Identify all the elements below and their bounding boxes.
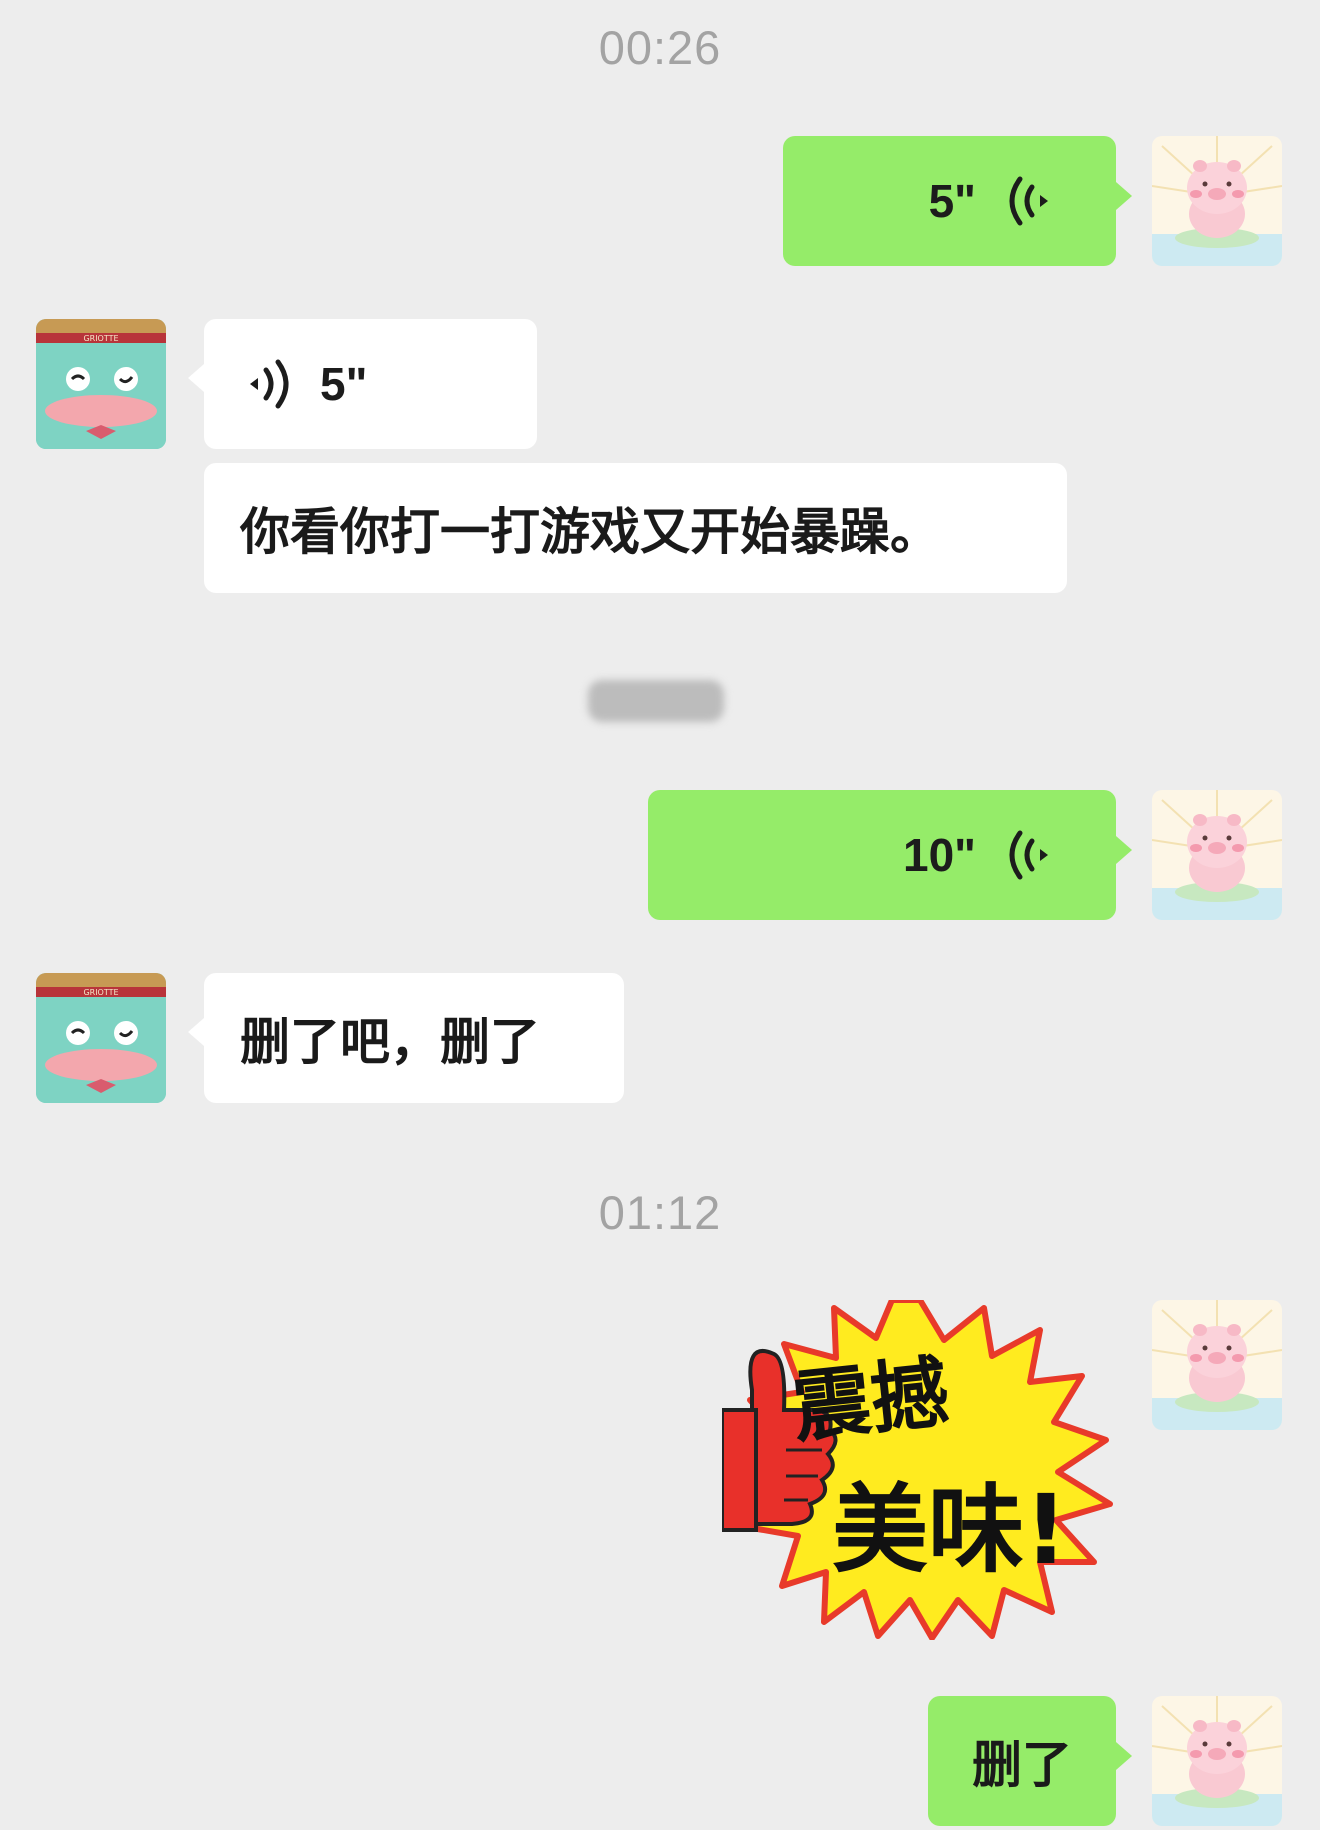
blurred-timestamp <box>588 680 724 722</box>
pig-avatar-icon <box>1152 1300 1282 1430</box>
pig-avatar-icon <box>1152 790 1282 920</box>
svg-text:GRIOTTE: GRIOTTE <box>83 988 118 997</box>
voice-duration: 5" <box>320 358 368 410</box>
timestamp: 00:26 <box>598 21 722 74</box>
message-text: 删了 <box>972 1736 1072 1794</box>
voice-message-bubble[interactable]: 5" <box>783 136 1116 266</box>
text-message-bubble[interactable]: 删了吧，删了 <box>204 973 624 1103</box>
voice-message-bubble[interactable]: 5" <box>204 319 537 449</box>
pig-avatar-icon <box>1152 1696 1282 1826</box>
my-avatar[interactable] <box>1152 790 1282 920</box>
sticker-text-line2: 美味! <box>832 1474 1068 1586</box>
my-avatar[interactable] <box>1152 1696 1282 1826</box>
bubble-tail <box>1116 1742 1132 1770</box>
voice-wave-icon <box>1009 176 1048 226</box>
voice-message-bubble[interactable]: 10" <box>648 790 1116 920</box>
message-text: 你看你打一打游戏又开始暴躁。 <box>240 503 940 561</box>
bubble-tail <box>1116 836 1132 864</box>
contact-avatar[interactable]: GRIOTTE <box>36 973 166 1103</box>
voice-duration: 10" <box>903 829 976 881</box>
bubble-tail <box>188 364 204 392</box>
bubble-tail <box>188 1018 204 1046</box>
voice-duration: 5" <box>928 175 976 227</box>
pig-avatar-icon <box>1152 136 1282 266</box>
text-message-bubble[interactable]: 删了 <box>928 1696 1116 1826</box>
timestamp: 01:12 <box>598 1186 722 1239</box>
voice-wave-icon <box>1009 830 1048 880</box>
my-avatar[interactable] <box>1152 1300 1282 1430</box>
voice-wave-icon <box>250 359 289 409</box>
sticker-text-line1: 震撼 <box>788 1348 954 1454</box>
my-avatar[interactable] <box>1152 136 1282 266</box>
text-message-bubble[interactable]: 你看你打一打游戏又开始暴躁。 <box>204 463 1067 593</box>
bubble-tail <box>1116 182 1132 210</box>
sticker-message[interactable]: 震撼 美味! <box>720 1297 1118 1641</box>
message-text: 删了吧，删了 <box>240 1013 540 1071</box>
svg-text:GRIOTTE: GRIOTTE <box>83 334 118 343</box>
plush-avatar-icon: GRIOTTE <box>36 973 166 1103</box>
plush-avatar-icon: GRIOTTE <box>36 319 166 449</box>
contact-avatar[interactable]: GRIOTTE <box>36 319 166 449</box>
